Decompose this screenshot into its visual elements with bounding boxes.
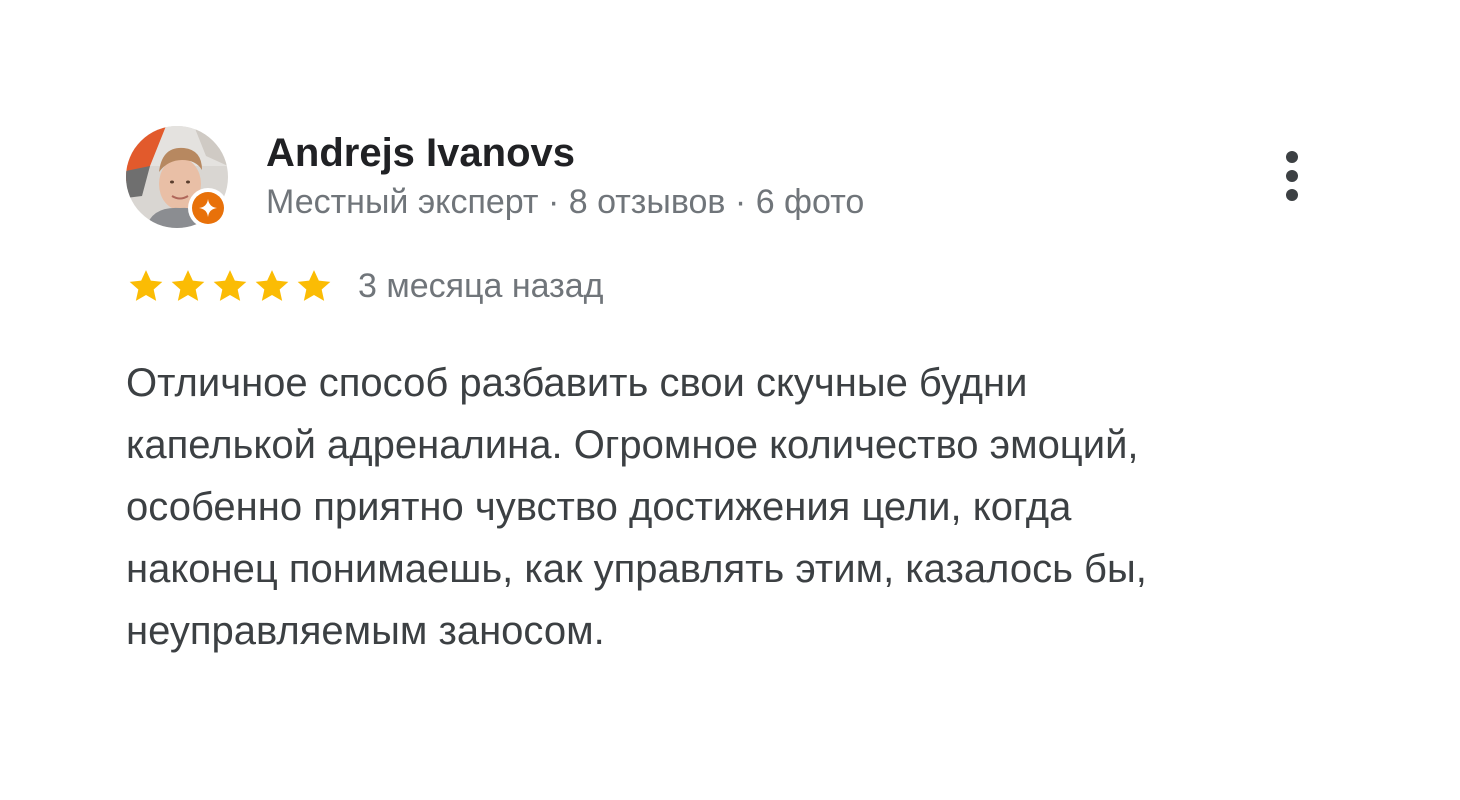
rating-row: 3 месяца назад [126,264,604,308]
star-rating [126,266,334,306]
review-line: Отличное способ разбавить свои скучные б… [126,361,1028,405]
star-icon [252,266,292,306]
review-header: Andrejs Ivanovs Местный эксперт · 8 отзы… [126,126,1306,228]
reviewer-name[interactable]: Andrejs Ivanovs [266,130,575,176]
review-line: неуправляемым заносом. [126,609,605,653]
star-icon [126,266,166,306]
star-icon [210,266,250,306]
local-guide-badge-icon [188,188,228,228]
reviewer-meta: Местный эксперт · 8 отзывов · 6 фото [266,183,865,221]
review-line: капелькой адреналина. Огромное количеств… [126,423,1139,467]
review-line: наконец понимаешь, как управлять этим, к… [126,547,1147,591]
more-options-button[interactable] [1274,146,1310,206]
star-icon [294,266,334,306]
more-vert-icon [1286,151,1298,163]
review-line: особенно приятно чувство достижения цели… [126,485,1072,529]
review-time: 3 месяца назад [358,266,604,305]
review-card: Andrejs Ivanovs Местный эксперт · 8 отзы… [126,126,1306,653]
review-text: Отличное способ разбавить свои скучные б… [126,352,1306,662]
star-icon [168,266,208,306]
